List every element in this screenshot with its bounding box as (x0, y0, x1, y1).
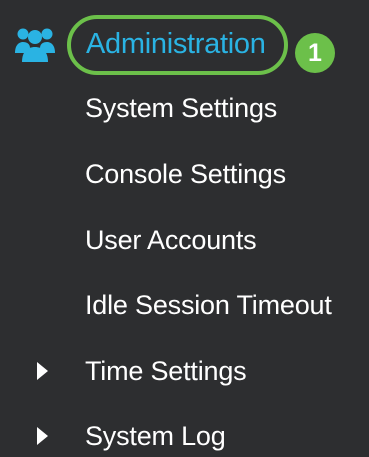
menu-item-console-settings[interactable]: Console Settings (0, 151, 369, 197)
menu-item-time-settings[interactable]: Time Settings (0, 348, 369, 394)
menu-item-user-accounts[interactable]: User Accounts (0, 217, 369, 263)
menu-item-label: User Accounts (85, 225, 257, 255)
menu-item-system-settings[interactable]: System Settings (0, 85, 369, 131)
menu-item-label: Console Settings (85, 159, 286, 189)
menu-item-label: Idle Session Timeout (85, 290, 332, 320)
administration-label[interactable]: Administration (86, 24, 266, 64)
menu-item-label: System Settings (85, 93, 278, 123)
menu-item-idle-session-timeout[interactable]: Idle Session Timeout (0, 282, 369, 328)
menu-item-label: Time Settings (85, 356, 247, 386)
caret-right-icon[interactable] (37, 427, 48, 445)
users-icon (15, 28, 55, 62)
step-badge: 1 (295, 33, 335, 73)
sidebar-menu: Administration 1 System Settings Console… (0, 0, 369, 457)
menu-item-label: System Log (85, 421, 226, 451)
menu-item-system-log[interactable]: System Log (0, 413, 369, 457)
caret-right-icon[interactable] (37, 362, 48, 380)
